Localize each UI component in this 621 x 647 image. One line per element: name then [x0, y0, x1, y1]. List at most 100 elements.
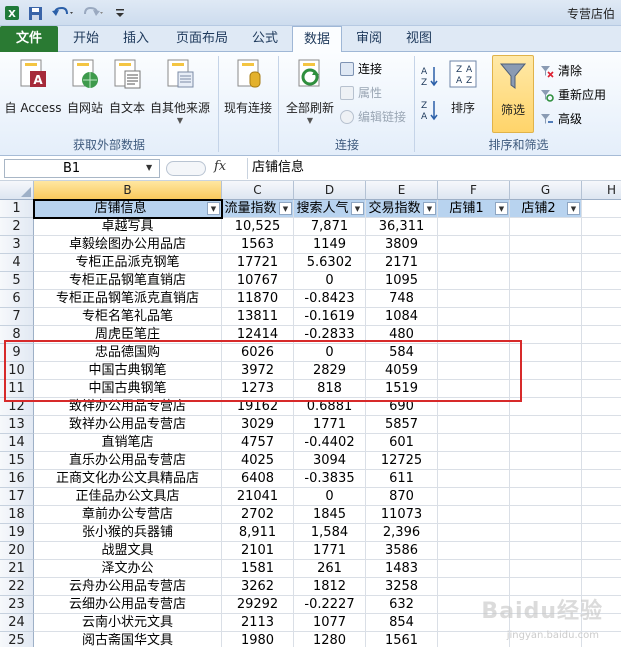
- table-cell[interactable]: [438, 362, 510, 380]
- undo-icon[interactable]: [50, 4, 76, 22]
- table-cell[interactable]: [582, 488, 621, 506]
- sort-descending-button[interactable]: ZA: [418, 98, 442, 125]
- column-header-b[interactable]: B: [34, 181, 222, 200]
- filter-dropdown-icon[interactable]: ▼: [207, 202, 220, 215]
- table-cell[interactable]: 4059: [366, 362, 438, 380]
- table-cell[interactable]: 690: [366, 398, 438, 416]
- filter-button[interactable]: 筛选: [492, 55, 534, 133]
- header-cell[interactable]: 店铺2 ▼: [510, 200, 582, 218]
- row-header[interactable]: 24: [0, 614, 34, 632]
- refresh-all-button[interactable]: 全部刷新 ▼: [282, 58, 338, 125]
- table-cell[interactable]: 3094: [294, 452, 366, 470]
- from-web-button[interactable]: 自网站: [64, 58, 106, 116]
- filter-dropdown-icon[interactable]: ▼: [567, 202, 580, 215]
- existing-connections-button[interactable]: 现有连接: [220, 58, 276, 116]
- table-cell[interactable]: [582, 560, 621, 578]
- table-cell[interactable]: 6026: [222, 344, 294, 362]
- save-icon[interactable]: [26, 4, 44, 22]
- table-cell[interactable]: 1483: [366, 560, 438, 578]
- row-header[interactable]: 25: [0, 632, 34, 647]
- table-cell[interactable]: 1563: [222, 236, 294, 254]
- table-cell[interactable]: [438, 308, 510, 326]
- header-cell[interactable]: 店铺信息 ▼: [34, 200, 222, 218]
- table-cell[interactable]: -0.4402: [294, 434, 366, 452]
- table-cell[interactable]: 2829: [294, 362, 366, 380]
- shop-name-cell[interactable]: 云细办公用品专营店: [34, 596, 222, 614]
- table-cell[interactable]: 1845: [294, 506, 366, 524]
- shop-name-cell[interactable]: 致祥办公用品专营店: [34, 398, 222, 416]
- shop-name-cell[interactable]: 专柜正品钢笔直销店: [34, 272, 222, 290]
- table-cell[interactable]: 12414: [222, 326, 294, 344]
- table-cell[interactable]: [582, 344, 621, 362]
- table-cell[interactable]: -0.3835: [294, 470, 366, 488]
- tab-review[interactable]: 审阅: [346, 26, 392, 52]
- table-cell[interactable]: 870: [366, 488, 438, 506]
- header-cell[interactable]: 交易指数 ▼: [366, 200, 438, 218]
- table-cell[interactable]: [438, 290, 510, 308]
- column-header-c[interactable]: C: [222, 181, 294, 200]
- table-cell[interactable]: [582, 542, 621, 560]
- table-cell[interactable]: 17721: [222, 254, 294, 272]
- table-cell[interactable]: 4757: [222, 434, 294, 452]
- table-cell[interactable]: 3809: [366, 236, 438, 254]
- header-cell[interactable]: [582, 200, 621, 218]
- table-cell[interactable]: 21041: [222, 488, 294, 506]
- select-all-corner[interactable]: [0, 181, 34, 200]
- tab-file[interactable]: 文件: [0, 26, 58, 52]
- table-cell[interactable]: [582, 398, 621, 416]
- table-cell[interactable]: [510, 218, 582, 236]
- row-header[interactable]: 4: [0, 254, 34, 272]
- filter-dropdown-icon[interactable]: ▼: [279, 202, 292, 215]
- table-cell[interactable]: [582, 290, 621, 308]
- row-header[interactable]: 16: [0, 470, 34, 488]
- reapply-filter-button[interactable]: 重新应用: [540, 86, 606, 103]
- table-cell[interactable]: [510, 236, 582, 254]
- shop-name-cell[interactable]: 直乐办公用品专营店: [34, 452, 222, 470]
- insert-function-icon[interactable]: fx: [214, 159, 226, 174]
- tab-insert[interactable]: 插入: [112, 26, 160, 52]
- table-cell[interactable]: [582, 416, 621, 434]
- table-cell[interactable]: 12725: [366, 452, 438, 470]
- table-cell[interactable]: -0.8423: [294, 290, 366, 308]
- formula-input[interactable]: 店铺信息: [247, 158, 621, 179]
- table-cell[interactable]: [438, 488, 510, 506]
- sort-ascending-button[interactable]: AZ: [418, 64, 442, 91]
- table-cell[interactable]: 480: [366, 326, 438, 344]
- tab-formulas[interactable]: 公式: [242, 26, 288, 52]
- filter-dropdown-icon[interactable]: ▼: [495, 202, 508, 215]
- table-cell[interactable]: [510, 362, 582, 380]
- shop-name-cell[interactable]: 阅古斋国华文具: [34, 632, 222, 647]
- table-cell[interactable]: [438, 254, 510, 272]
- column-header-f[interactable]: F: [438, 181, 510, 200]
- header-cell[interactable]: 搜索人气 ▼: [294, 200, 366, 218]
- row-header[interactable]: 12: [0, 398, 34, 416]
- table-cell[interactable]: [510, 254, 582, 272]
- table-cell[interactable]: 1980: [222, 632, 294, 647]
- table-cell[interactable]: 2113: [222, 614, 294, 632]
- table-cell[interactable]: -0.2227: [294, 596, 366, 614]
- table-cell[interactable]: 6408: [222, 470, 294, 488]
- row-header[interactable]: 1: [0, 200, 34, 218]
- table-cell[interactable]: 10,525: [222, 218, 294, 236]
- row-header[interactable]: 17: [0, 488, 34, 506]
- shop-name-cell[interactable]: 专柜名笔礼品笔: [34, 308, 222, 326]
- table-cell[interactable]: 632: [366, 596, 438, 614]
- header-cell[interactable]: 流量指数 ▼: [222, 200, 294, 218]
- table-cell[interactable]: 3029: [222, 416, 294, 434]
- table-cell[interactable]: [438, 236, 510, 254]
- shop-name-cell[interactable]: 战盟文具: [34, 542, 222, 560]
- table-cell[interactable]: 3258: [366, 578, 438, 596]
- table-cell[interactable]: 1,584: [294, 524, 366, 542]
- table-cell[interactable]: 11870: [222, 290, 294, 308]
- table-cell[interactable]: [438, 326, 510, 344]
- table-cell[interactable]: 0.6881: [294, 398, 366, 416]
- row-header[interactable]: 3: [0, 236, 34, 254]
- connections-button[interactable]: 连接: [340, 60, 382, 77]
- table-cell[interactable]: [510, 398, 582, 416]
- shop-name-cell[interactable]: 忠品德国购: [34, 344, 222, 362]
- tab-page-layout[interactable]: 页面布局: [166, 26, 238, 52]
- table-cell[interactable]: 5857: [366, 416, 438, 434]
- table-cell[interactable]: [438, 524, 510, 542]
- row-header[interactable]: 13: [0, 416, 34, 434]
- table-cell[interactable]: [438, 542, 510, 560]
